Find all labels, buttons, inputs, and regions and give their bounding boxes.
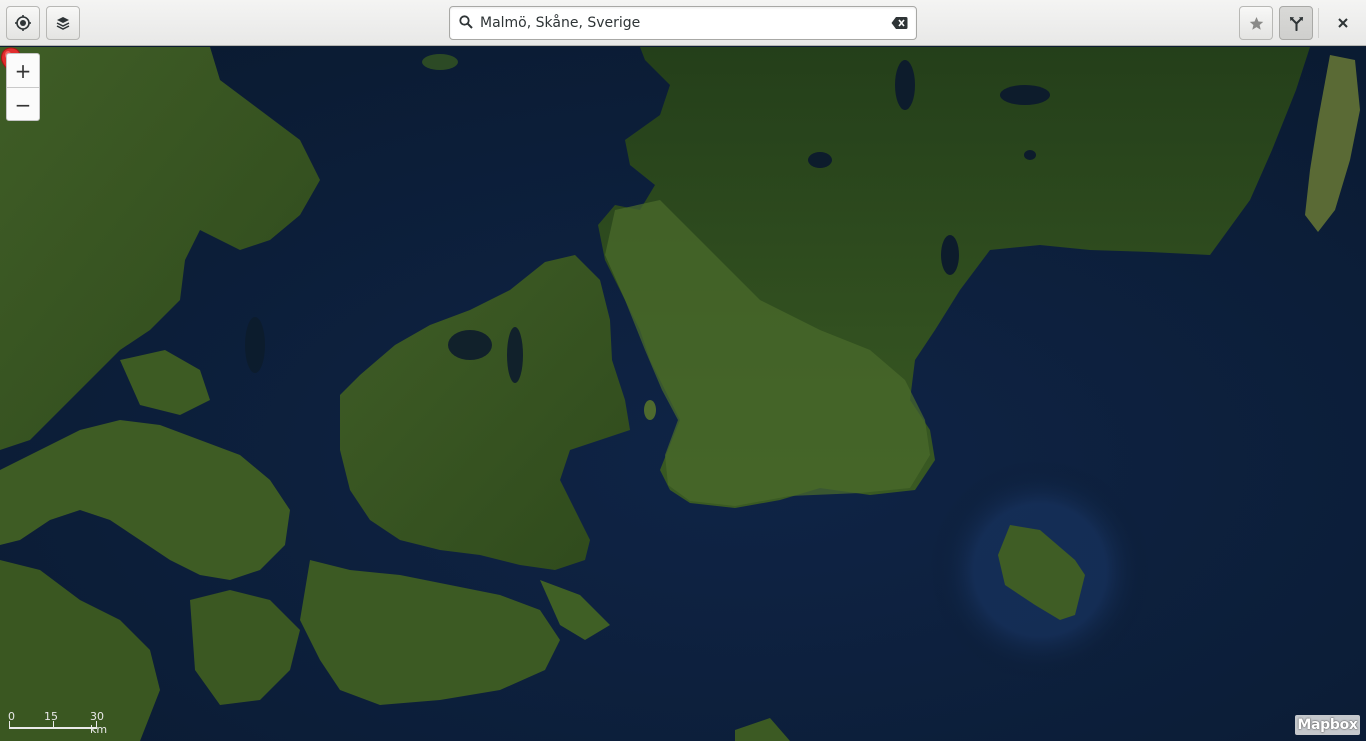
search-icon	[459, 15, 473, 29]
header-bar: Malmö, Skåne, Sverige	[0, 0, 1366, 46]
search-value: Malmö, Skåne, Sverige	[480, 15, 641, 31]
search-input[interactable]: Malmö, Skåne, Sverige	[449, 6, 917, 40]
clear-text-icon[interactable]	[891, 16, 908, 30]
map-view[interactable]	[0, 47, 1366, 741]
mapbox-attribution[interactable]: Mapbox	[1295, 715, 1360, 735]
favorites-button[interactable]	[1239, 6, 1273, 40]
current-location-button[interactable]	[6, 6, 40, 40]
scale-bar: 0 15 30 km	[8, 709, 108, 736]
star-icon	[1249, 16, 1263, 30]
zoom-control: + −	[6, 53, 40, 121]
close-button[interactable]	[1326, 6, 1360, 40]
route-button[interactable]	[1279, 6, 1313, 40]
close-icon	[1338, 18, 1348, 28]
header-separator	[1318, 8, 1319, 38]
zoom-in-button[interactable]: +	[7, 54, 39, 88]
scale-label-30: 30 km	[90, 710, 108, 736]
scale-label-15: 15	[44, 710, 58, 723]
target-icon	[15, 15, 31, 31]
layers-button[interactable]	[46, 6, 80, 40]
satellite-map-tiles	[0, 47, 1366, 741]
route-fork-icon	[1289, 16, 1303, 31]
scale-line	[9, 727, 97, 729]
layers-icon	[56, 17, 70, 30]
zoom-out-button[interactable]: −	[7, 88, 39, 120]
